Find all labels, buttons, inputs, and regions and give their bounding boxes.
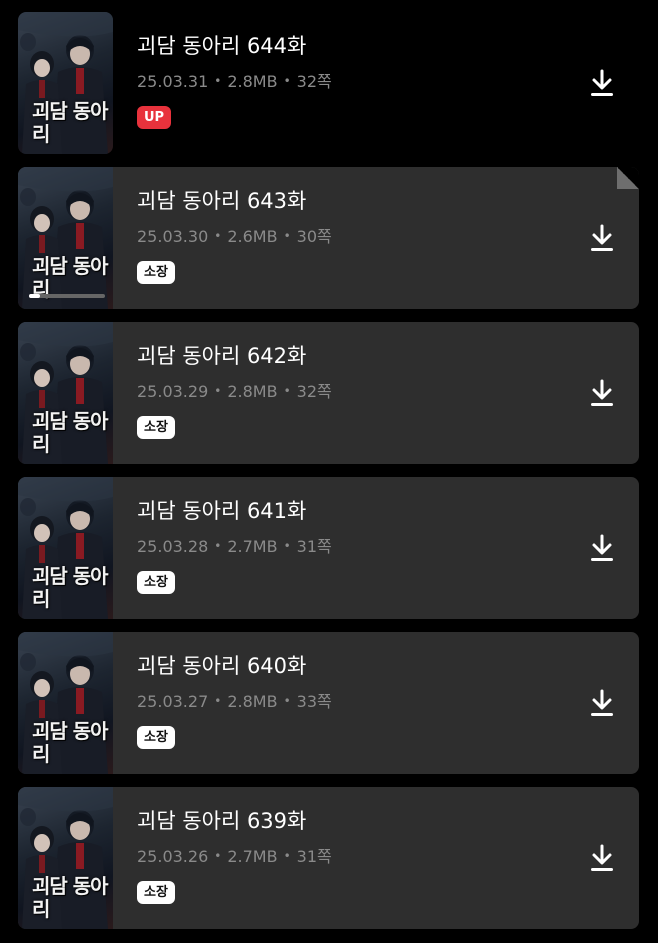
- separator-dot: •: [214, 694, 222, 708]
- episode-meta: 25.03.30 • 2.6MB • 30쪽: [137, 223, 332, 247]
- separator-dot: •: [214, 849, 222, 863]
- separator-dot: •: [214, 229, 222, 243]
- episode-size: 2.7MB: [227, 537, 278, 556]
- owned-badge: 소장: [137, 261, 175, 284]
- download-icon[interactable]: [588, 68, 616, 98]
- episode-meta: 25.03.27 • 2.8MB • 33쪽: [137, 688, 332, 712]
- episode-pages: 33쪽: [296, 692, 332, 711]
- reading-progress-bar: [29, 294, 105, 298]
- episode-date: 25.03.28: [137, 537, 209, 556]
- episode-size: 2.8MB: [227, 382, 278, 401]
- episode-date: 25.03.27: [137, 692, 209, 711]
- episode-pages: 30쪽: [296, 227, 332, 246]
- thumbnail-title: 괴담 동아리: [32, 99, 109, 146]
- separator-dot: •: [214, 74, 222, 88]
- download-icon[interactable]: [588, 688, 616, 718]
- download-icon[interactable]: [588, 843, 616, 873]
- separator-dot: •: [283, 74, 291, 88]
- episode-title: 괴담 동아리 639화: [137, 809, 307, 833]
- thumbnail-title: 괴담 동아리: [32, 874, 109, 921]
- thumbnail-title: 괴담 동아리: [32, 719, 109, 766]
- separator-dot: •: [214, 539, 222, 553]
- separator-dot: •: [283, 384, 291, 398]
- thumbnail-title: 괴담 동아리: [32, 409, 109, 456]
- separator-dot: •: [283, 229, 291, 243]
- download-icon[interactable]: [588, 533, 616, 563]
- episode-row[interactable]: 괴담 동아리 괴담 동아리 641화 25.03.28 • 2.7MB • 31쪽소장: [18, 477, 639, 619]
- episode-meta: 25.03.29 • 2.8MB • 32쪽: [137, 378, 332, 402]
- episode-title: 괴담 동아리 642화: [137, 344, 307, 368]
- episode-thumbnail: 괴담 동아리: [18, 12, 113, 154]
- episode-meta: 25.03.28 • 2.7MB • 31쪽: [137, 533, 332, 557]
- episode-row[interactable]: 괴담 동아리 괴담 동아리 639화 25.03.26 • 2.7MB • 31쪽소장: [18, 787, 639, 929]
- episode-title: 괴담 동아리 643화: [137, 189, 307, 213]
- separator-dot: •: [283, 694, 291, 708]
- episode-meta: 25.03.26 • 2.7MB • 31쪽: [137, 843, 332, 867]
- owned-badge: 소장: [137, 416, 175, 439]
- episode-pages: 31쪽: [296, 847, 332, 866]
- episode-title: 괴담 동아리 640화: [137, 654, 307, 678]
- episode-title: 괴담 동아리 644화: [137, 34, 307, 58]
- episode-row[interactable]: 괴담 동아리 괴담 동아리 644화 25.03.31 • 2.8MB • 32쪽 UP: [18, 12, 639, 154]
- episode-title: 괴담 동아리 641화: [137, 499, 307, 523]
- owned-badge: 소장: [137, 571, 175, 594]
- download-icon[interactable]: [588, 378, 616, 408]
- episode-thumbnail: 괴담 동아리: [18, 787, 113, 929]
- episode-thumbnail: 괴담 동아리: [18, 322, 113, 464]
- owned-badge: 소장: [137, 881, 175, 904]
- episode-pages: 32쪽: [296, 72, 332, 91]
- episode-size: 2.8MB: [227, 72, 278, 91]
- episode-thumbnail: 괴담 동아리: [18, 167, 113, 309]
- separator-dot: •: [283, 849, 291, 863]
- episode-list: 괴담 동아리 괴담 동아리 644화 25.03.31 • 2.8MB • 32쪽 UP 괴담 …: [0, 0, 658, 943]
- episode-date: 25.03.29: [137, 382, 209, 401]
- episode-thumbnail: 괴담 동아리: [18, 632, 113, 774]
- reading-progress-fill: [29, 294, 40, 298]
- separator-dot: •: [214, 384, 222, 398]
- episode-size: 2.6MB: [227, 227, 278, 246]
- up-badge: UP: [137, 106, 172, 129]
- episode-pages: 31쪽: [296, 537, 332, 556]
- episode-pages: 32쪽: [296, 382, 332, 401]
- episode-size: 2.7MB: [227, 847, 278, 866]
- separator-dot: •: [283, 539, 291, 553]
- owned-badge: 소장: [137, 726, 175, 749]
- episode-row[interactable]: 괴담 동아리 괴담 동아리 640화 25.03.27 • 2.8MB • 33쪽소장: [18, 632, 639, 774]
- episode-size: 2.8MB: [227, 692, 278, 711]
- download-icon[interactable]: [588, 223, 616, 253]
- thumbnail-title: 괴담 동아리: [32, 564, 109, 611]
- episode-date: 25.03.26: [137, 847, 209, 866]
- episode-row[interactable]: 괴담 동아리 괴담 동아리 642화 25.03.29 • 2.8MB • 32쪽소장: [18, 322, 639, 464]
- episode-thumbnail: 괴담 동아리: [18, 477, 113, 619]
- episode-row[interactable]: 괴담 동아리 괴담 동아리 643화 25.03.30 • 2.6MB • 30쪽소장: [18, 167, 639, 309]
- episode-meta: 25.03.31 • 2.8MB • 32쪽: [137, 68, 332, 92]
- episode-date: 25.03.30: [137, 227, 209, 246]
- episode-date: 25.03.31: [137, 72, 209, 91]
